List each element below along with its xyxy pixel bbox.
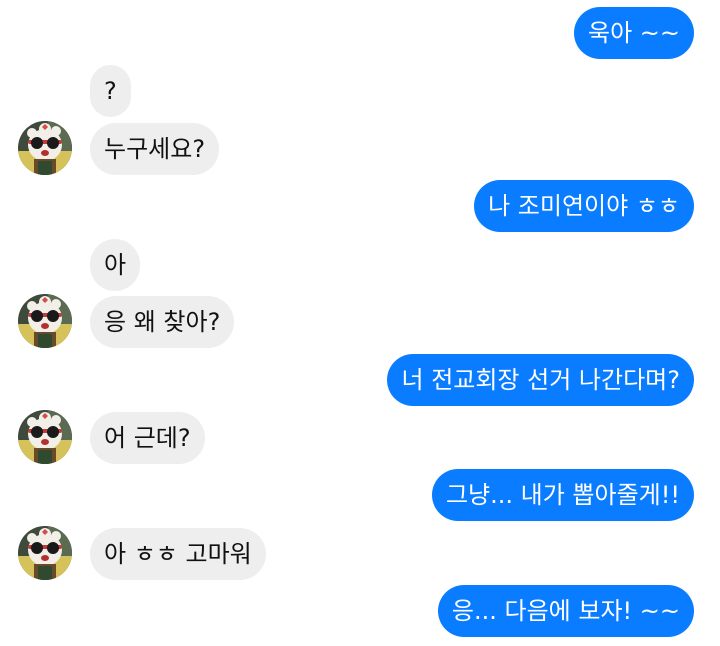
contact-avatar[interactable] (18, 121, 72, 175)
message-bubble-incoming[interactable]: ? (90, 65, 131, 117)
contact-avatar[interactable] (18, 294, 72, 348)
avatar-icon (18, 526, 72, 580)
message-bubble-incoming[interactable]: 어 근데? (90, 412, 205, 464)
message-bubble-incoming[interactable]: 아 ㅎㅎ 고마워 (90, 528, 266, 580)
message-bubble-incoming[interactable]: 누구세요? (90, 123, 220, 175)
avatar-icon (18, 121, 72, 175)
avatar-icon (18, 294, 72, 348)
message-bubble-incoming[interactable]: 아 (90, 239, 141, 291)
message-bubble-incoming[interactable]: 응 왜 찾아? (90, 296, 235, 348)
message-bubble-outgoing[interactable]: 그냥... 내가 뽑아줄게!! (431, 469, 694, 521)
message-bubble-outgoing[interactable]: 응... 다음에 보자! ~~ (437, 585, 694, 637)
message-bubble-outgoing[interactable]: 나 조미연이야 ㅎㅎ (474, 180, 694, 232)
chat-screen: { "theme": { "outgoing_bubble_color": "#… (0, 0, 720, 646)
message-bubble-outgoing[interactable]: 너 전교회장 선거 나간다며? (387, 354, 694, 406)
contact-avatar[interactable] (18, 410, 72, 464)
avatar-icon (18, 410, 72, 464)
message-bubble-outgoing[interactable]: 욱아 ~~ (573, 7, 694, 59)
contact-avatar[interactable] (18, 526, 72, 580)
